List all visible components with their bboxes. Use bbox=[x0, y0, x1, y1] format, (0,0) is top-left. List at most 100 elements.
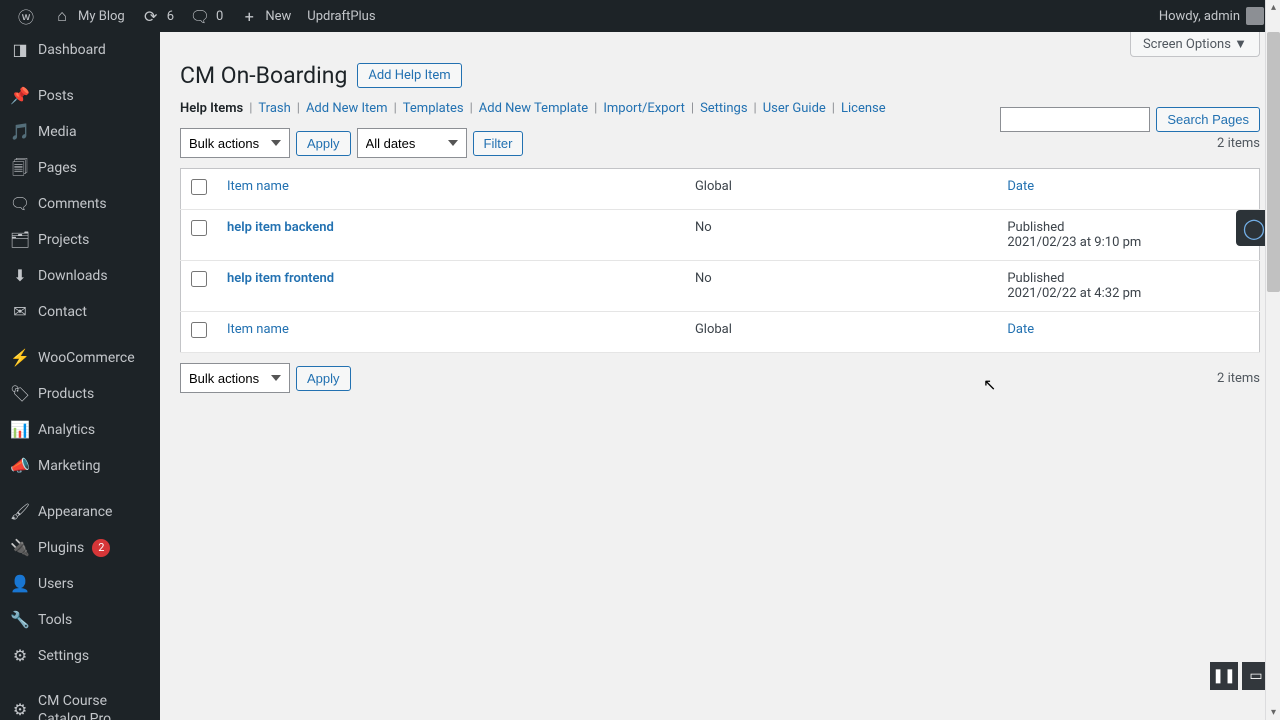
col-header-date[interactable]: Date bbox=[1007, 179, 1034, 194]
media-icon: 🎵 bbox=[10, 122, 30, 142]
sidebar-item-media[interactable]: 🎵 Media bbox=[0, 114, 160, 150]
select-all-checkbox[interactable] bbox=[191, 179, 207, 195]
sidebar-item-downloads[interactable]: ⬇Downloads bbox=[0, 258, 160, 294]
settings-icon: ⚙ bbox=[10, 646, 30, 666]
sidebar-item-settings[interactable]: ⚙ Settings bbox=[0, 638, 160, 674]
scrollbar-thumb[interactable] bbox=[1267, 32, 1280, 292]
my-account[interactable]: Howdy, admin bbox=[1151, 0, 1272, 32]
dashboard-icon: ◨ bbox=[10, 40, 30, 60]
row-date: 2021/02/23 at 9:10 pm bbox=[1007, 235, 1249, 250]
sidebar-item-label: Plugins bbox=[38, 539, 84, 557]
screen-icon: ▭ bbox=[1249, 668, 1262, 684]
sidebar-item-woocommerce[interactable]: ⚡WooCommerce bbox=[0, 340, 160, 376]
pause-button[interactable]: ❚❚ bbox=[1210, 662, 1238, 690]
sidebar-item-label: Media bbox=[38, 123, 77, 141]
sidebar-item-products[interactable]: 🏷Products bbox=[0, 376, 160, 412]
site-name-link[interactable]: ⌂ My Blog bbox=[44, 0, 133, 32]
sidebar-item-appearance[interactable]: 🖌Appearance bbox=[0, 494, 160, 530]
sidebar-item-label: Downloads bbox=[38, 267, 108, 285]
row-checkbox[interactable] bbox=[191, 271, 207, 287]
updraft-link[interactable]: UpdraftPlus bbox=[299, 0, 383, 32]
sidebar-item-label: Marketing bbox=[38, 457, 101, 475]
select-all-checkbox-bottom[interactable] bbox=[191, 322, 207, 338]
updates-link[interactable]: ⟳6 bbox=[133, 0, 182, 32]
site-name-label: My Blog bbox=[78, 9, 125, 24]
wp-logo[interactable]: ⓦ bbox=[8, 0, 44, 32]
new-link[interactable]: +New bbox=[231, 0, 299, 32]
col-header-global: Global bbox=[685, 169, 997, 210]
comment-icon: 🗨 bbox=[190, 6, 210, 26]
sidebar-item-label: Posts bbox=[38, 87, 74, 105]
sidebar-item-label: Tools bbox=[38, 611, 72, 629]
bulk-actions-select-bottom[interactable]: Bulk actions bbox=[180, 363, 290, 393]
content-area: Screen Options ▼ CM On-Boarding Add Help… bbox=[160, 32, 1280, 720]
row-status: Published bbox=[1007, 220, 1249, 235]
add-help-item-button[interactable]: Add Help Item bbox=[357, 63, 461, 88]
sidebar-item-label: Products bbox=[38, 385, 94, 403]
search-input[interactable] bbox=[1000, 107, 1150, 132]
table-row: help item frontend No Published2021/02/2… bbox=[181, 261, 1260, 312]
sidebar-item-posts[interactable]: 📌 Posts bbox=[0, 78, 160, 114]
home-icon: ⌂ bbox=[52, 6, 72, 26]
subnav-templates[interactable]: Templates bbox=[403, 101, 464, 116]
row-item-link[interactable]: help item frontend bbox=[227, 271, 334, 286]
sidebar-item-plugins[interactable]: 🔌 Plugins 2 bbox=[0, 530, 160, 566]
subnav-settings[interactable]: Settings bbox=[700, 101, 747, 116]
subnav-add-new-item[interactable]: Add New Item bbox=[306, 101, 388, 116]
pin-icon: 📌 bbox=[10, 86, 30, 106]
scrollbar-up-icon[interactable]: ▴ bbox=[1266, 0, 1280, 15]
items-count-top: 2 items bbox=[1217, 136, 1260, 151]
subnav-trash[interactable]: Trash bbox=[258, 101, 290, 116]
updraft-label: UpdraftPlus bbox=[307, 9, 375, 24]
sidebar-item-cm-course[interactable]: ⚙CM Course Catalog Pro bbox=[0, 684, 160, 720]
subnav-help-items[interactable]: Help Items bbox=[180, 101, 243, 116]
apply-button[interactable]: Apply bbox=[296, 131, 351, 156]
bulk-actions-select[interactable]: Bulk actions bbox=[180, 128, 290, 158]
row-global: No bbox=[685, 210, 997, 261]
sidebar-item-label: Settings bbox=[38, 647, 89, 665]
subnav-import-export[interactable]: Import/Export bbox=[603, 101, 685, 116]
sidebar-item-analytics[interactable]: 📊Analytics bbox=[0, 412, 160, 448]
sidebar-item-users[interactable]: 👤Users bbox=[0, 566, 160, 602]
sidebar-item-marketing[interactable]: 📣Marketing bbox=[0, 448, 160, 484]
subnav-add-new-template[interactable]: Add New Template bbox=[479, 101, 588, 116]
sidebar-item-pages[interactable]: 🗐Pages bbox=[0, 150, 160, 186]
wordpress-icon: ⓦ bbox=[16, 6, 36, 26]
sidebar-item-dashboard[interactable]: ◨ Dashboard bbox=[0, 32, 160, 68]
scrollbar[interactable]: ▴ ▾ bbox=[1265, 0, 1280, 720]
sidebar-item-contact[interactable]: ✉Contact bbox=[0, 294, 160, 330]
items-table: Item name Global Date help item backend … bbox=[180, 168, 1260, 353]
subnav-license[interactable]: License bbox=[841, 101, 886, 116]
row-status: Published bbox=[1007, 271, 1249, 286]
wrench-icon: 🔧 bbox=[10, 610, 30, 630]
refresh-icon: ⟳ bbox=[141, 6, 161, 26]
col-header-name[interactable]: Item name bbox=[227, 179, 289, 194]
sidebar-item-comments[interactable]: 🗨Comments bbox=[0, 186, 160, 222]
subnav-user-guide[interactable]: User Guide bbox=[763, 101, 826, 116]
row-global: No bbox=[685, 261, 997, 312]
plugins-badge: 2 bbox=[92, 539, 110, 557]
plugin-icon: 🔌 bbox=[10, 538, 30, 558]
row-item-link[interactable]: help item backend bbox=[227, 220, 334, 235]
col-footer-global: Global bbox=[685, 312, 997, 353]
avatar bbox=[1246, 7, 1264, 25]
comments-link[interactable]: 🗨0 bbox=[182, 0, 231, 32]
admin-bar: ⓦ ⌂ My Blog ⟳6 🗨0 +New UpdraftPlus Howdy,… bbox=[0, 0, 1280, 32]
screen-options-toggle[interactable]: Screen Options ▼ bbox=[1130, 32, 1260, 57]
row-date: 2021/02/22 at 4:32 pm bbox=[1007, 286, 1249, 301]
search-button[interactable]: Search Pages bbox=[1156, 107, 1260, 132]
row-checkbox[interactable] bbox=[191, 220, 207, 236]
apply-button-bottom[interactable]: Apply bbox=[296, 366, 351, 391]
col-footer-name[interactable]: Item name bbox=[227, 322, 289, 337]
woo-icon: ⚡ bbox=[10, 348, 30, 368]
sidebar-item-label: Dashboard bbox=[38, 41, 106, 59]
filter-button[interactable]: Filter bbox=[473, 131, 524, 156]
sidebar-item-tools[interactable]: 🔧 Tools bbox=[0, 602, 160, 638]
date-filter-select[interactable]: All dates bbox=[357, 128, 467, 158]
sidebar-item-projects[interactable]: 🗂Projects bbox=[0, 222, 160, 258]
col-footer-date[interactable]: Date bbox=[1007, 322, 1034, 337]
sidebar-item-label: Contact bbox=[38, 303, 87, 321]
scrollbar-down-icon[interactable]: ▾ bbox=[1266, 705, 1280, 720]
plus-icon: + bbox=[239, 6, 259, 26]
page-icon: 🗐 bbox=[10, 158, 30, 178]
